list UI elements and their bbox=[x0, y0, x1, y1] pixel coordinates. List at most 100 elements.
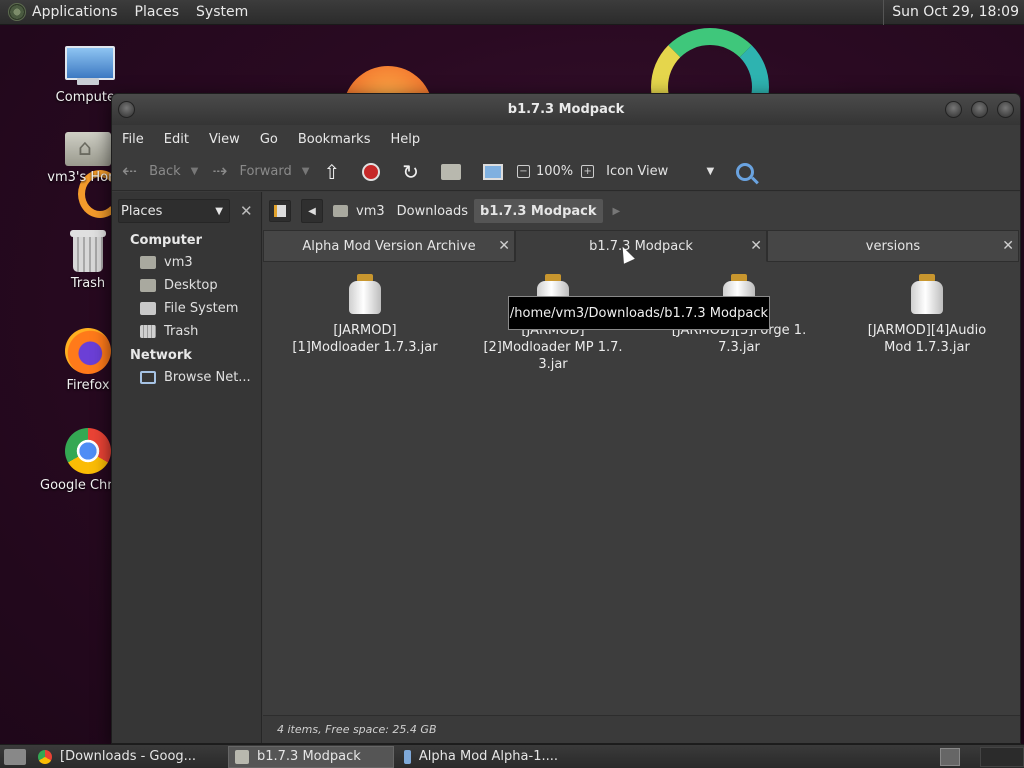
sidebar-item-label: Browse Net... bbox=[164, 370, 251, 385]
jar-file-icon bbox=[910, 274, 944, 314]
menu-edit[interactable]: Edit bbox=[164, 132, 189, 147]
main-pane: ◀ vm3 Downloads b1.7.3 Modpack ▶ Alpha M… bbox=[263, 192, 1020, 743]
window-titlebar[interactable]: b1.7.3 Modpack bbox=[112, 94, 1020, 125]
window-title: b1.7.3 Modpack bbox=[507, 102, 625, 117]
path-scroll-left-button[interactable]: ◀ bbox=[301, 199, 323, 223]
network-icon bbox=[140, 371, 156, 384]
forward-button[interactable]: ⇢ Forward bbox=[212, 161, 291, 182]
maximize-button[interactable] bbox=[971, 101, 988, 118]
file-item[interactable]: [JARMOD][4]Audio Mod 1.7.3.jar bbox=[852, 274, 1002, 356]
sidebar-item-browse-network[interactable]: Browse Net... bbox=[112, 366, 261, 389]
window-menu-button[interactable] bbox=[118, 101, 135, 118]
application-icon bbox=[404, 749, 411, 764]
home-folder-icon bbox=[65, 128, 111, 166]
sidebar-item-desktop[interactable]: Desktop bbox=[112, 274, 261, 297]
tab-alpha-mod-version-archive[interactable]: Alpha Mod Version Archive ✕ bbox=[263, 230, 515, 262]
file-name-line: Mod 1.7.3.jar bbox=[884, 340, 970, 355]
back-history-dropdown[interactable]: ▼ bbox=[191, 166, 199, 177]
close-icon[interactable]: ✕ bbox=[498, 238, 510, 254]
path-scroll-right-button[interactable]: ▶ bbox=[613, 206, 621, 217]
close-icon[interactable]: ✕ bbox=[750, 238, 762, 254]
home-button[interactable] bbox=[440, 163, 461, 180]
content-area: Places ▼ ✕ Computer vm3 Desktop File Sys… bbox=[112, 192, 1020, 743]
sidebar-item-label: vm3 bbox=[164, 255, 193, 270]
search-button[interactable] bbox=[736, 162, 755, 181]
show-desktop-button[interactable] bbox=[4, 748, 26, 765]
tab-path-tooltip: /home/vm3/Downloads/b1.7.3 Modpack bbox=[508, 296, 770, 330]
taskbar-item-label: b1.7.3 Modpack bbox=[257, 749, 361, 764]
stop-button[interactable] bbox=[362, 162, 381, 181]
chevron-down-icon: ▼ bbox=[215, 205, 223, 217]
folder-icon bbox=[235, 749, 249, 764]
forward-label: Forward bbox=[239, 164, 292, 179]
back-button[interactable]: ⇠ Back bbox=[122, 161, 181, 182]
home-folder-icon bbox=[140, 256, 156, 269]
menu-system[interactable]: System bbox=[196, 4, 248, 20]
taskbar-item-file-manager[interactable]: b1.7.3 Modpack bbox=[228, 745, 394, 768]
toolbar: ⇠ Back ▼ ⇢ Forward ▼ ⇧ ↻ − 100% + Icon V… bbox=[112, 153, 1020, 191]
clock[interactable]: Sun Oct 29, 18:09 bbox=[883, 0, 1024, 25]
zoom-level[interactable]: 100% bbox=[536, 164, 573, 179]
top-panel: Applications Places System Sun Oct 29, 1… bbox=[0, 0, 1024, 25]
taskbar-item-alpha-mod[interactable]: Alpha Mod Alpha-1.... bbox=[398, 746, 564, 768]
sidebar-mode-label: Places bbox=[121, 203, 163, 219]
file-name-line: [2]Modloader MP 1.7. bbox=[483, 340, 623, 355]
pencil-icon bbox=[274, 205, 286, 217]
zoom-in-icon: + bbox=[581, 165, 595, 178]
reload-button[interactable]: ↻ bbox=[402, 160, 419, 184]
trash-icon bbox=[70, 228, 106, 272]
zoom-out-button[interactable]: − bbox=[516, 165, 530, 178]
path-button-current[interactable]: b1.7.3 Modpack bbox=[474, 199, 603, 223]
menu-applications[interactable]: Applications bbox=[32, 4, 118, 20]
file-name-line: 7.3.jar bbox=[718, 340, 760, 355]
up-button[interactable]: ⇧ bbox=[323, 160, 340, 184]
file-item[interactable]: [JARMOD] [1]Modloader 1.7.3.jar bbox=[290, 274, 440, 356]
system-logo-icon[interactable] bbox=[8, 3, 26, 21]
sidebar-mode-select[interactable]: Places ▼ bbox=[118, 199, 230, 223]
view-mode-label: Icon View bbox=[606, 164, 669, 179]
back-arrow-icon: ⇠ bbox=[122, 161, 138, 182]
sidebar-item-label: Trash bbox=[164, 324, 199, 339]
computer-button[interactable] bbox=[482, 163, 503, 180]
sidebar-header: Places ▼ ✕ bbox=[112, 192, 261, 230]
menu-file[interactable]: File bbox=[122, 132, 144, 147]
sidebar: Places ▼ ✕ Computer vm3 Desktop File Sys… bbox=[112, 192, 262, 743]
path-button-vm3[interactable]: vm3 bbox=[327, 199, 391, 223]
tab-label: Alpha Mod Version Archive bbox=[302, 238, 476, 254]
close-window-button[interactable] bbox=[997, 101, 1014, 118]
menu-help[interactable]: Help bbox=[390, 132, 420, 147]
home-folder-icon bbox=[333, 205, 348, 217]
taskbar-item-downloads-chrome[interactable]: [Downloads - Goog... bbox=[32, 746, 224, 768]
firefox-icon bbox=[65, 328, 111, 374]
close-icon[interactable]: ✕ bbox=[1002, 238, 1014, 254]
menu-bookmarks[interactable]: Bookmarks bbox=[298, 132, 371, 147]
workspace-switcher-icon[interactable] bbox=[940, 747, 960, 766]
path-button-downloads[interactable]: Downloads bbox=[391, 199, 474, 223]
menu-go[interactable]: Go bbox=[260, 132, 278, 147]
tab-b1-7-3-modpack[interactable]: b1.7.3 Modpack ✕ bbox=[515, 230, 767, 262]
file-name-line: 3.jar bbox=[538, 357, 568, 372]
close-icon[interactable]: ✕ bbox=[240, 202, 253, 220]
back-label: Back bbox=[149, 164, 181, 179]
tab-versions[interactable]: versions ✕ bbox=[767, 230, 1019, 262]
taskbar-item-label: [Downloads - Goog... bbox=[60, 749, 197, 764]
chrome-icon bbox=[38, 749, 52, 764]
view-mode-select[interactable]: Icon View ▼ bbox=[606, 164, 714, 179]
tab-label: b1.7.3 Modpack bbox=[589, 238, 693, 254]
minimize-button[interactable] bbox=[945, 101, 962, 118]
forward-history-dropdown[interactable]: ▼ bbox=[302, 166, 310, 177]
menu-places[interactable]: Places bbox=[135, 4, 180, 20]
tab-label: versions bbox=[865, 238, 921, 254]
chrome-icon bbox=[65, 428, 111, 474]
workspace-2-button[interactable] bbox=[980, 746, 1024, 767]
sidebar-item-vm3[interactable]: vm3 bbox=[112, 251, 261, 274]
file-icon-view[interactable]: /home/vm3/Downloads/b1.7.3 Modpack [JARM… bbox=[263, 262, 1020, 712]
sidebar-item-file-system[interactable]: File System bbox=[112, 297, 261, 320]
sidebar-group-network: Network bbox=[130, 348, 192, 363]
menu-view[interactable]: View bbox=[209, 132, 240, 147]
zoom-in-button[interactable]: + bbox=[581, 165, 595, 178]
edit-location-button[interactable] bbox=[269, 200, 291, 222]
stop-icon bbox=[362, 162, 381, 181]
drive-icon bbox=[140, 302, 156, 315]
sidebar-item-trash[interactable]: Trash bbox=[112, 320, 261, 343]
